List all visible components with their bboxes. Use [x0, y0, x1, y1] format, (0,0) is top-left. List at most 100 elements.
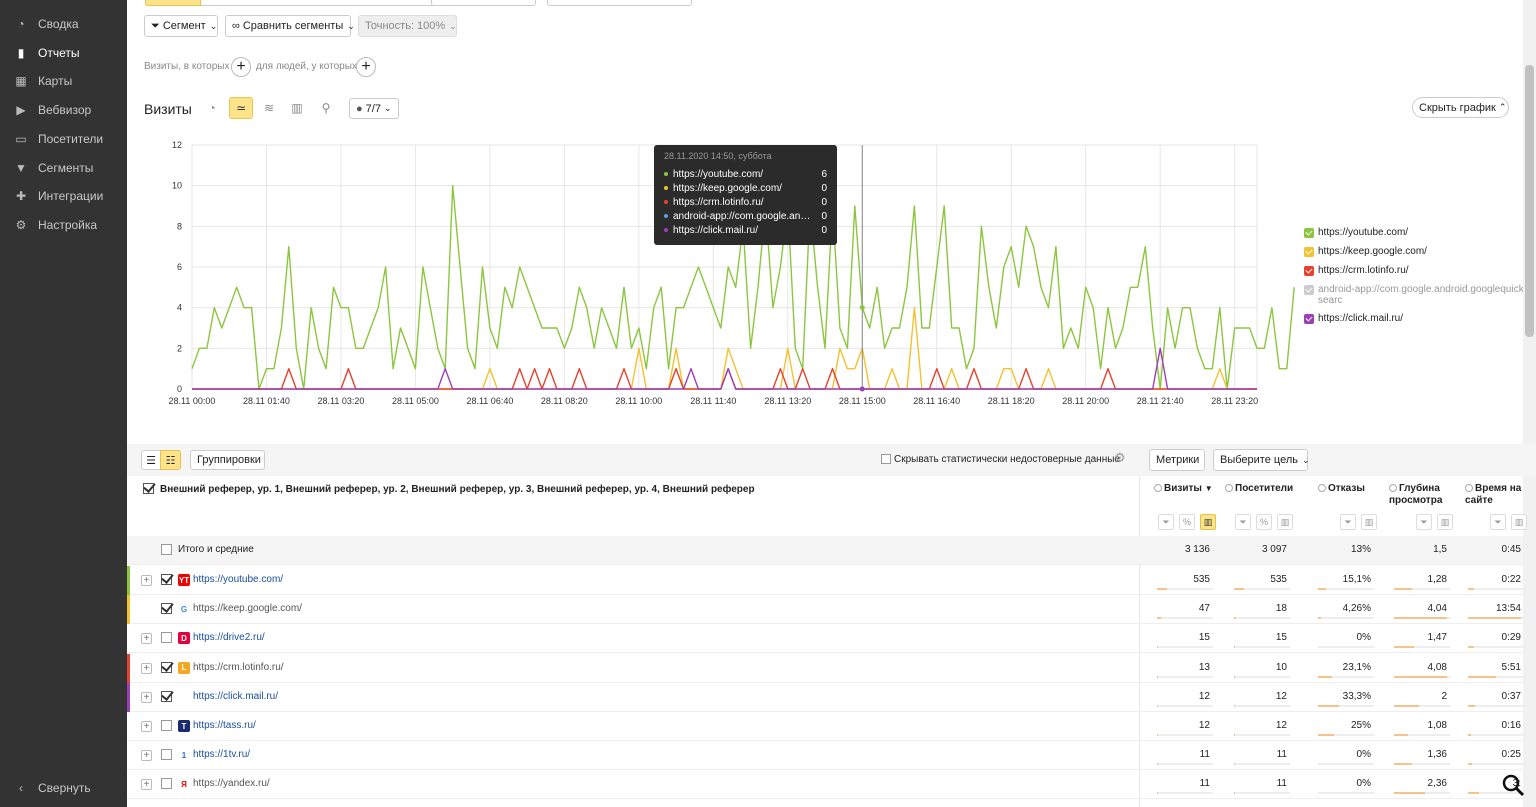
segment-button[interactable]: ⏷ Сегмент ⌄ [144, 15, 218, 37]
table-row[interactable]: +1 https://1tv.ru/11 11 0% 1,36 0:25 [127, 741, 1524, 771]
legend-checkbox[interactable] [1304, 266, 1314, 276]
sidebar-collapse-button[interactable]: ‹ Свернуть [0, 776, 127, 800]
main-content: ⏷ Сегмент ⌄ ∞ Сравнить сегменты ⌄ Точнос… [127, 0, 1536, 807]
sidebar-item-0[interactable]: ◔ Сводка [0, 12, 127, 36]
metric-bar-fill [1318, 734, 1334, 736]
accuracy-select[interactable]: Точность: 100% ⌄ [358, 15, 457, 37]
chart-type-area-button[interactable]: ≋ [257, 97, 281, 119]
chart-type-map-button[interactable]: ⚲ [314, 97, 338, 119]
view-tree-button[interactable]: ☷ [160, 450, 181, 470]
percent-toggle-icon[interactable]: % [1256, 514, 1272, 530]
view-list-button[interactable]: ☰ [141, 450, 161, 470]
filter-toggle-icon[interactable]: ⏷ [1340, 514, 1356, 530]
legend-item[interactable]: https://keep.google.com/ [1304, 246, 1534, 257]
column-header[interactable]: Время на сайте [1465, 483, 1529, 507]
row-checkbox[interactable] [161, 778, 172, 790]
row-source-link[interactable]: https://tass.ru/ [193, 720, 256, 731]
table-row[interactable]: Ghttps://keep.google.com/47 18 4,26% 4,04 13… [127, 595, 1524, 625]
column-header[interactable]: Визиты ▼ [1154, 483, 1218, 495]
bars-toggle-icon[interactable]: ▥ [1437, 514, 1453, 530]
filter-toggle-icon[interactable]: ⏷ [1158, 514, 1174, 530]
expand-row-button[interactable]: + [141, 662, 152, 674]
column-header[interactable]: Посетители [1225, 483, 1295, 495]
series-counter-button[interactable]: ● 7/7 ⌄ [349, 98, 399, 119]
table-total-row[interactable]: Итого и средние 3 136 3 097 13% 1,5 0:45 [127, 536, 1523, 565]
metric-cell: 13 [1198, 661, 1210, 673]
row-checkbox[interactable] [161, 574, 172, 585]
column-header[interactable]: Глубина просмотра [1389, 483, 1455, 507]
page-scrollbar-thumb[interactable] [1525, 65, 1534, 337]
dimension-checkbox[interactable] [143, 483, 154, 494]
row-checkbox[interactable] [161, 690, 172, 702]
legend-checkbox[interactable] [1304, 247, 1314, 257]
table-row[interactable]: + Lhttps://crm.lotinfo.ru/13 10 23,1% 4,08 5:… [127, 653, 1524, 683]
expand-row-button[interactable]: + [141, 750, 152, 762]
bars-toggle-icon[interactable]: ▥ [1511, 514, 1527, 530]
top-dropdown-remnant-2[interactable] [547, 0, 692, 6]
bars-toggle-icon[interactable]: ▥ [1361, 514, 1377, 530]
row-source-link[interactable]: https://click.mail.ru/ [193, 691, 278, 702]
expand-row-button[interactable]: + [141, 779, 152, 791]
table-row[interactable]: + Thttps://tass.ru/12 12 25% 1,08 0:16 [127, 712, 1524, 741]
sidebar-item-7[interactable]: ⚙ Настройка [0, 213, 127, 237]
filter-toggle-icon[interactable]: ⏷ [1416, 514, 1432, 530]
metrics-button[interactable]: Метрики [1149, 449, 1205, 471]
expand-row-button[interactable]: + [141, 691, 152, 703]
row-checkbox[interactable] [161, 661, 172, 673]
table-row[interactable]: + Dhttps://drive2.ru/15 15 0% 1,47 0:29 [127, 624, 1524, 654]
goal-select[interactable]: Выберите цель ⌄ [1213, 449, 1310, 471]
add-people-filter-button[interactable]: + [356, 57, 376, 77]
legend-item[interactable]: https://youtube.com/ [1304, 227, 1534, 238]
legend-checkbox[interactable] [1304, 228, 1314, 238]
row-source-link[interactable]: https://keep.google.com/ [193, 603, 302, 614]
row-source-link[interactable]: https://drive2.ru/ [193, 632, 265, 643]
table-row[interactable]: + Яhttps://yandex.ru/11 11 0% 2,36 3: [127, 770, 1524, 800]
legend-checkbox[interactable] [1304, 285, 1314, 295]
expand-row-button[interactable]: + [141, 633, 152, 645]
chart-type-pie-button[interactable]: ◔ [200, 97, 224, 119]
filter-toggle-icon[interactable]: ⏷ [1235, 514, 1251, 530]
row-source-link[interactable]: https://yandex.ru/ [193, 778, 270, 789]
hide-chart-button[interactable]: Скрыть график ⌃ [1412, 97, 1509, 118]
hide-unreliable-checkbox[interactable] [881, 454, 891, 464]
filter-toggle-icon[interactable]: ⏷ [1490, 514, 1506, 530]
row-source-link[interactable]: https://1tv.ru/ [193, 749, 250, 760]
legend-item[interactable]: https://click.mail.ru/ [1304, 313, 1534, 324]
percent-toggle-icon[interactable]: % [1179, 514, 1195, 530]
row-checkbox[interactable] [161, 749, 172, 761]
sidebar-item-6[interactable]: ✚ Интеграции [0, 184, 127, 208]
map-pin-icon: ⚲ [321, 101, 331, 115]
expand-row-button[interactable]: + [141, 575, 152, 586]
chart-type-bar-button[interactable]: ▥ [285, 97, 309, 119]
groupings-button[interactable]: Группировки [190, 450, 265, 470]
add-visits-filter-button[interactable]: + [231, 57, 251, 77]
total-checkbox[interactable] [161, 544, 172, 555]
tooltip-row-label: https://click.mail.ru/ [673, 224, 759, 236]
row-checkbox[interactable] [161, 632, 172, 644]
row-source-link[interactable]: https://youtube.com/ [193, 574, 283, 585]
legend-checkbox[interactable] [1304, 314, 1314, 324]
column-header[interactable]: Отказы [1318, 483, 1379, 495]
magnifier-icon[interactable] [1501, 773, 1525, 797]
table-row[interactable]: + https://click.mail.ru/12 12 33,3% 2 0:37 [127, 682, 1524, 712]
top-tab-active-remnant[interactable] [145, 0, 201, 6]
sort-desc-icon[interactable]: ▼ [1205, 484, 1213, 493]
compare-segments-button[interactable]: ∞ Сравнить сегменты ⌄ [225, 15, 355, 37]
sidebar-item-1[interactable]: ▮ Отчеты [0, 41, 127, 65]
sidebar-item-5[interactable]: ▼ Сегменты [0, 156, 127, 180]
bars-toggle-icon[interactable]: ▥ [1200, 514, 1216, 530]
table-row[interactable]: + YT https://youtube.com/535 535 15,1% 1,28 0:… [127, 566, 1524, 595]
legend-item[interactable]: android-app://com.google.android.googleq… [1304, 284, 1534, 306]
gear-icon[interactable]: ⚙ [1114, 450, 1126, 466]
legend-item[interactable]: https://crm.lotinfo.ru/ [1304, 265, 1534, 276]
sidebar-item-2[interactable]: ▦ Карты [0, 69, 127, 93]
top-dropdown-remnant[interactable] [431, 0, 536, 6]
row-checkbox[interactable] [161, 720, 172, 731]
sidebar-item-4[interactable]: ▭ Посетители [0, 127, 127, 151]
expand-row-button[interactable]: + [141, 721, 152, 732]
bars-toggle-icon[interactable]: ▥ [1277, 514, 1293, 530]
row-checkbox[interactable] [161, 603, 172, 615]
chart-type-line-button[interactable]: ≃ [229, 97, 253, 119]
sidebar-item-3[interactable]: ▶ Вебвизор [0, 98, 127, 122]
row-source-link[interactable]: https://crm.lotinfo.ru/ [193, 662, 284, 673]
